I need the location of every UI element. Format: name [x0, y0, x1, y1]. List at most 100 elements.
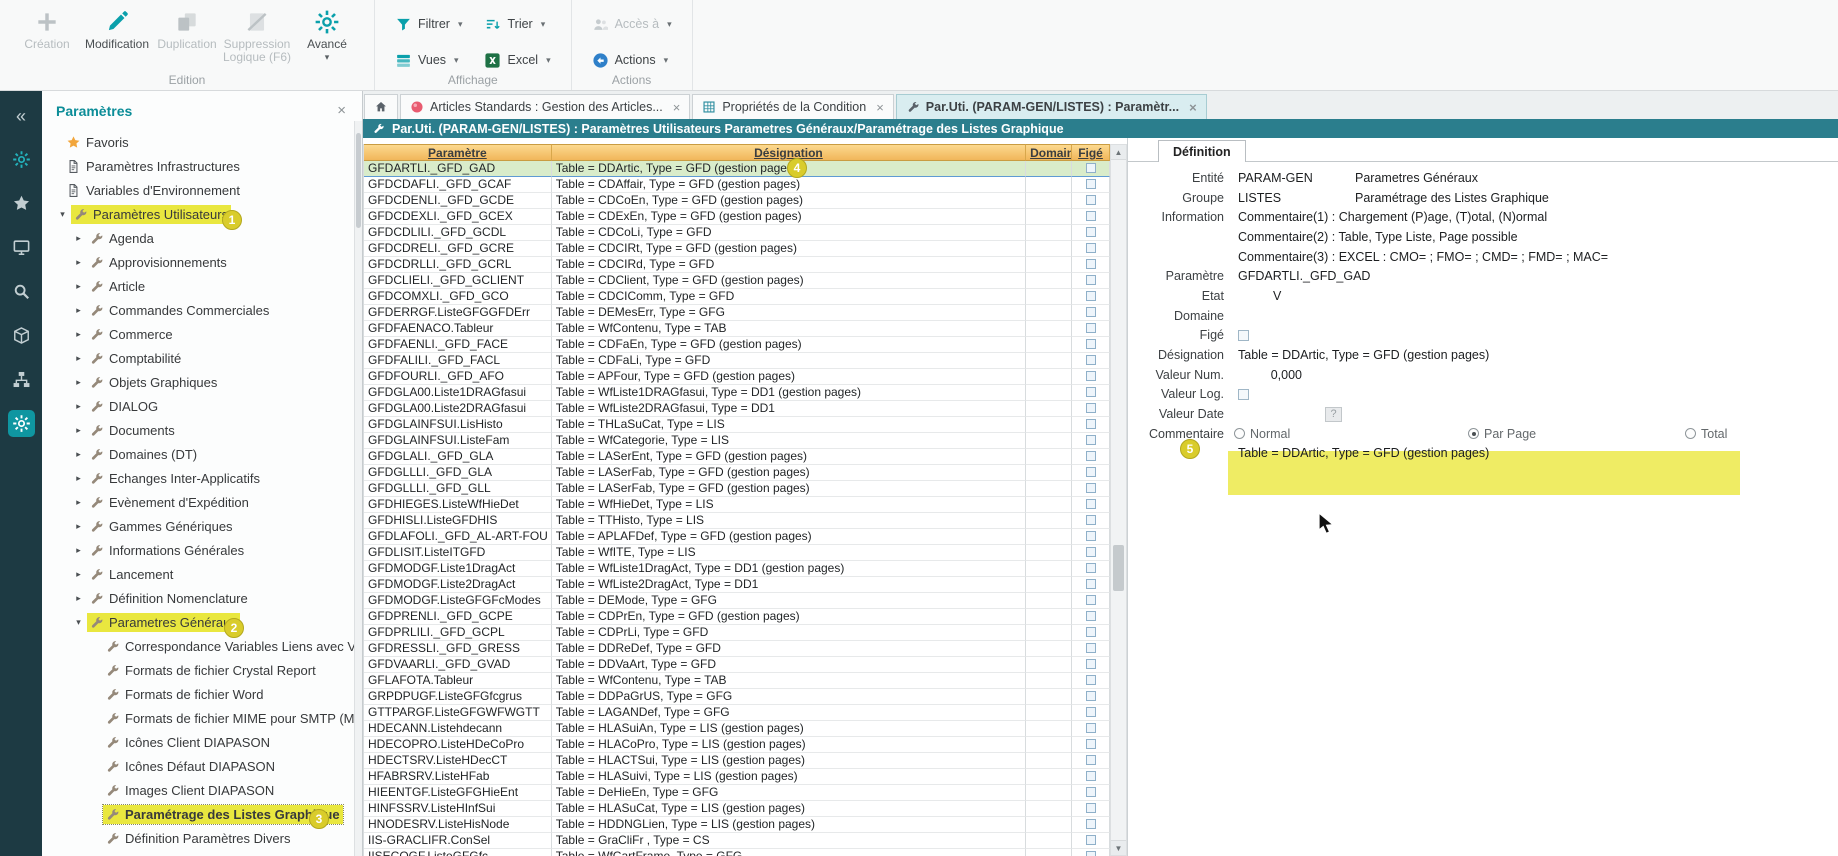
fige-checkbox[interactable] — [1086, 291, 1096, 301]
fige-checkbox[interactable] — [1086, 227, 1096, 237]
expand-arrow-icon[interactable]: ▸ — [72, 449, 85, 460]
tab-close-icon[interactable]: × — [1189, 100, 1197, 115]
fige-checkbox[interactable] — [1086, 723, 1096, 733]
table-row[interactable]: HIEENTGF.ListeGFGHieEntTable = DeHieEn, … — [364, 785, 1110, 801]
expand-arrow-icon[interactable]: ▸ — [72, 377, 85, 388]
fige-checkbox[interactable] — [1086, 323, 1096, 333]
fige-checkbox[interactable] — [1086, 611, 1096, 621]
tree-item-correspondance-variables-liens-avec-v[interactable]: Correspondance Variables Liens avec V — [42, 634, 362, 658]
tree-item-domaines-dt[interactable]: ▸Domaines (DT) — [42, 442, 362, 466]
tree-item-commandes-commerciales[interactable]: ▸Commandes Commerciales — [42, 298, 362, 322]
table-row[interactable]: GFDGLALI._GFD_GLATable = LASerEnt, Type … — [364, 449, 1110, 465]
tree-item-objets-graphiques[interactable]: ▸Objets Graphiques — [42, 370, 362, 394]
expand-arrow-icon[interactable]: ▸ — [72, 593, 85, 604]
tree-item-echanges-inter-applicatifs[interactable]: ▸Echanges Inter-Applicatifs — [42, 466, 362, 490]
column-header-designation[interactable]: Désignation — [552, 144, 1026, 161]
expand-arrow-icon[interactable]: ▸ — [72, 521, 85, 532]
tab-close-icon[interactable]: × — [673, 100, 681, 115]
radio-normal[interactable]: Normal — [1234, 427, 1290, 441]
settings-gear-nav[interactable] — [8, 410, 35, 437]
table-row[interactable]: GFDMODGF.Liste2DragActTable = WfListe2Dr… — [364, 577, 1110, 593]
fige-checkbox[interactable] — [1086, 659, 1096, 669]
workstation-nav[interactable] — [8, 234, 35, 261]
tree-item-formats-de-fichier-word[interactable]: Formats de fichier Word — [42, 682, 362, 706]
expand-arrow-icon[interactable]: ▸ — [72, 545, 85, 556]
hierarchy-nav[interactable] — [8, 366, 35, 393]
expand-arrow-icon[interactable]: ▸ — [72, 569, 85, 580]
fige-checkbox[interactable] — [1086, 259, 1096, 269]
tree-item-approvisionnements[interactable]: ▸Approvisionnements — [42, 250, 362, 274]
radio-total[interactable]: Total — [1685, 427, 1727, 441]
tree-item-parametres-infrastructures[interactable]: Paramètres Infrastructures — [42, 154, 362, 178]
tree-item-commerce[interactable]: ▸Commerce — [42, 322, 362, 346]
table-row[interactable]: GFLAFOTA.TableurTable = WfContenu, Type … — [364, 673, 1110, 689]
tree-item-definition-parametres-divers[interactable]: Définition Paramètres Divers — [42, 826, 362, 850]
expand-arrow-icon[interactable]: ▸ — [72, 497, 85, 508]
expand-arrow-icon[interactable]: ▸ — [72, 353, 85, 364]
fige-checkbox[interactable] — [1086, 851, 1096, 856]
expand-arrow-icon[interactable]: ▸ — [72, 305, 85, 316]
table-row[interactable]: IISECOGF.ListeGFGfcTable = WfCartFrame, … — [364, 849, 1110, 856]
table-row[interactable]: GFDFOURLI._GFD_AFOTable = APFour, Type =… — [364, 369, 1110, 385]
table-row[interactable]: HDECANN.ListehdecannTable = HLASuiAn, Ty… — [364, 721, 1110, 737]
table-row[interactable]: GFDVAARLI._GFD_GVADTable = DDVaArt, Type… — [364, 657, 1110, 673]
fige-checkbox[interactable] — [1086, 179, 1096, 189]
fige-checkbox[interactable] — [1086, 339, 1096, 349]
collapse-arrow-icon[interactable]: ▾ — [56, 209, 69, 220]
expand-arrow-icon[interactable]: ▸ — [72, 281, 85, 292]
table-row[interactable]: GFDFAENACO.TableurTable = WfContenu, Typ… — [364, 321, 1110, 337]
tree-item-informations-generales[interactable]: ▸Informations Générales — [42, 538, 362, 562]
excel-button[interactable]: Excel▾ — [476, 47, 558, 73]
fige-checkbox[interactable] — [1086, 195, 1096, 205]
fige-checkbox[interactable] — [1086, 755, 1096, 765]
table-row[interactable]: GFDLISIT.ListeITGFDTable = WfITE, Type =… — [364, 545, 1110, 561]
table-row[interactable]: GFDHISLI.ListeGFDHISTable = TTHisto, Typ… — [364, 513, 1110, 529]
table-row[interactable]: GFDCDRELI._GFD_GCRETable = CDCIRt, Type … — [364, 241, 1110, 257]
date-helper-button[interactable]: ? — [1325, 407, 1342, 422]
tab-parametres-utilisateurs[interactable]: Par.Uti. (PARAM-GEN/LISTES) : Paramètr..… — [896, 94, 1207, 119]
column-header-parametre[interactable]: Paramètre — [364, 144, 552, 161]
tree-item-formats-de-fichier-crystal-report[interactable]: Formats de fichier Crystal Report — [42, 658, 362, 682]
fige-checkbox[interactable] — [1086, 803, 1096, 813]
favorites-star-nav[interactable] — [8, 190, 35, 217]
tab-close-icon[interactable]: × — [876, 100, 884, 115]
tree-item-agenda[interactable]: ▸Agenda — [42, 226, 362, 250]
fige-checkbox[interactable] — [1086, 243, 1096, 253]
table-row[interactable]: GFDPRLILI._GFD_GCPLTable = CDPrLi, Type … — [364, 625, 1110, 641]
fige-checkbox[interactable] — [1086, 627, 1096, 637]
table-row[interactable]: GFDCOMXLI._GFD_GCOTable = CDCIComm, Type… — [364, 289, 1110, 305]
trier-button[interactable]: Trier▾ — [476, 11, 558, 37]
fige-checkbox[interactable] — [1086, 275, 1096, 285]
scroll-up-arrow-icon[interactable]: ▲ — [1111, 145, 1126, 160]
expand-arrow-icon[interactable]: ▸ — [72, 257, 85, 268]
tree-item-comptabilite[interactable]: ▸Comptabilité — [42, 346, 362, 370]
tree-item-images-client-diapason[interactable]: Images Client DIAPASON — [42, 778, 362, 802]
tab-articles-standards[interactable]: Articles Standards : Gestion des Article… — [400, 94, 690, 119]
search-nav[interactable] — [8, 278, 35, 305]
fige-checkbox[interactable] — [1086, 371, 1096, 381]
avance-button[interactable]: Avancé▾ — [292, 5, 362, 65]
collapse-panel-nav[interactable]: « — [8, 102, 35, 129]
column-header-domaine[interactable]: Domaine — [1026, 144, 1072, 161]
table-row[interactable]: HINFSSRV.ListeHInfSuiTable = HLASuCat, T… — [364, 801, 1110, 817]
fige-checkbox[interactable] — [1086, 691, 1096, 701]
table-row[interactable]: HDECTSRV.ListeHDecCTTable = HLACTSui, Ty… — [364, 753, 1110, 769]
tree-item-lancement[interactable]: ▸Lancement — [42, 562, 362, 586]
table-row[interactable]: GFDGLLLI._GFD_GLATable = LASerFab, Type … — [364, 465, 1110, 481]
table-row[interactable]: GFDCDRLLI._GFD_GCRLTable = CDCIRd, Type … — [364, 257, 1110, 273]
fige-checkbox[interactable] — [1086, 307, 1096, 317]
table-row[interactable]: GFDFALILI._GFD_FACLTable = CDFaLi, Type … — [364, 353, 1110, 369]
filtrer-button[interactable]: Filtrer▾ — [387, 11, 470, 37]
table-row[interactable]: HDECOPRO.ListeHDeCoProTable = HLACoPro, … — [364, 737, 1110, 753]
creation-button[interactable]: Création — [12, 5, 82, 65]
table-row[interactable]: GFDCLIELI._GFD_GCLIENTTable = CDClient, … — [364, 273, 1110, 289]
fige-checkbox[interactable] — [1086, 771, 1096, 781]
table-row[interactable]: GFDARTLI._GFD_GADTable = DDArtic, Type =… — [364, 161, 1110, 177]
modification-button[interactable]: Modification — [82, 5, 152, 65]
stock-package-nav[interactable] — [8, 322, 35, 349]
tab-definition[interactable]: Définition — [1158, 140, 1246, 162]
radio-par-page[interactable]: Par Page — [1468, 427, 1536, 441]
tab-proprietes-condition[interactable]: Propriétés de la Condition× — [692, 94, 893, 119]
suppression-logique-f6-button[interactable]: Suppression Logique (F6) — [222, 5, 292, 65]
fige-checkbox[interactable] — [1086, 451, 1096, 461]
